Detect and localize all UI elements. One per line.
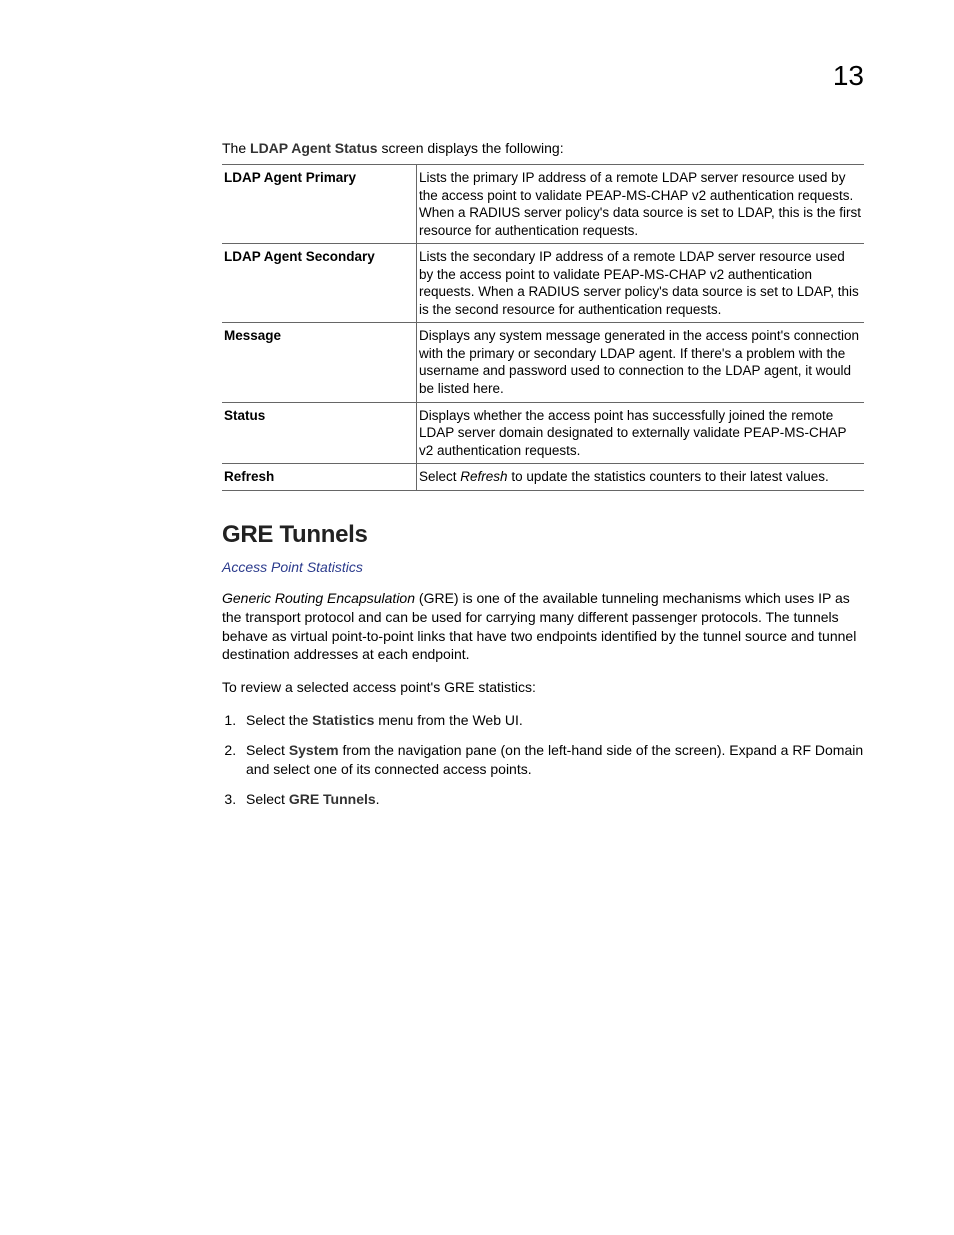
desc-italic: Refresh: [460, 469, 507, 484]
step-post: from the navigation pane (on the left-ha…: [246, 742, 863, 778]
step-post: .: [376, 791, 380, 807]
row-label: LDAP Agent Primary: [222, 165, 417, 244]
step-bold: Statistics: [312, 712, 374, 728]
table-row: LDAP Agent Primary Lists the primary IP …: [222, 165, 864, 244]
row-desc: Lists the secondary IP address of a remo…: [417, 244, 865, 323]
list-item: Select GRE Tunnels.: [240, 790, 864, 810]
table-row: Status Displays whether the access point…: [222, 402, 864, 464]
table-row: LDAP Agent Secondary Lists the secondary…: [222, 244, 864, 323]
list-item: Select System from the navigation pane (…: [240, 741, 864, 780]
desc-suffix: to update the statistics counters to the…: [508, 469, 829, 484]
step-pre: Select: [246, 791, 289, 807]
step-pre: Select: [246, 742, 289, 758]
section-heading: GRE Tunnels: [222, 521, 864, 549]
intro-text: The LDAP Agent Status screen displays th…: [222, 140, 864, 156]
step-bold: System: [289, 742, 339, 758]
row-desc: Select Refresh to update the statistics …: [417, 464, 865, 491]
ldap-status-table: LDAP Agent Primary Lists the primary IP …: [222, 164, 864, 491]
row-label: Refresh: [222, 464, 417, 491]
intro-suffix: screen displays the following:: [378, 140, 564, 156]
intro-bold: LDAP Agent Status: [250, 140, 378, 156]
row-desc: Displays whether the access point has su…: [417, 402, 865, 464]
row-desc: Lists the primary IP address of a remote…: [417, 165, 865, 244]
para-italic: Generic Routing Encapsulation: [222, 590, 415, 606]
chapter-number: 13: [833, 60, 864, 92]
row-desc: Displays any system message generated in…: [417, 323, 865, 402]
step-bold: GRE Tunnels: [289, 791, 376, 807]
desc-prefix: Select: [419, 469, 460, 484]
section-para-2: To review a selected access point's GRE …: [222, 678, 864, 697]
step-post: menu from the Web UI.: [374, 712, 522, 728]
step-pre: Select the: [246, 712, 312, 728]
steps-list: Select the Statistics menu from the Web …: [222, 711, 864, 809]
table-row: Refresh Select Refresh to update the sta…: [222, 464, 864, 491]
intro-prefix: The: [222, 140, 250, 156]
row-label: LDAP Agent Secondary: [222, 244, 417, 323]
list-item: Select the Statistics menu from the Web …: [240, 711, 864, 731]
row-label: Status: [222, 402, 417, 464]
table-row: Message Displays any system message gene…: [222, 323, 864, 402]
section-para-1: Generic Routing Encapsulation (GRE) is o…: [222, 589, 864, 665]
breadcrumb-link[interactable]: Access Point Statistics: [222, 559, 864, 575]
row-label: Message: [222, 323, 417, 402]
